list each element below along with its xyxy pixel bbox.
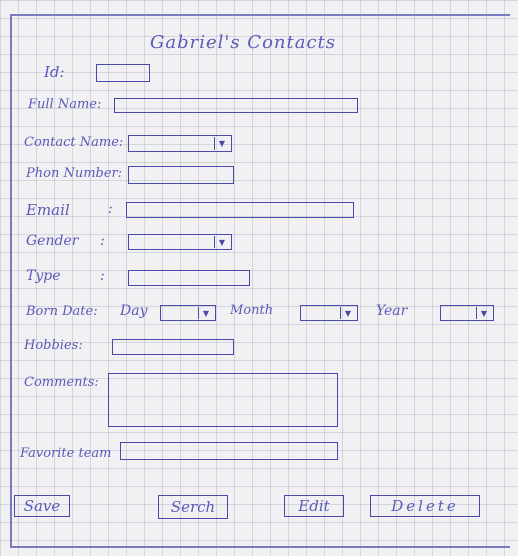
contact-name-dropdown[interactable]: ▼ bbox=[128, 135, 232, 152]
full-name-label: Full Name: bbox=[28, 97, 102, 112]
chevron-down-icon[interactable]: ▼ bbox=[476, 307, 491, 319]
id-field[interactable] bbox=[96, 64, 150, 82]
phone-number-label: Phon Number: bbox=[26, 166, 123, 181]
bottom-border-line bbox=[10, 546, 510, 548]
hobbies-field[interactable] bbox=[112, 339, 234, 355]
type-field[interactable] bbox=[128, 270, 250, 286]
day-dropdown[interactable]: ▼ bbox=[160, 305, 216, 321]
hobbies-label: Hobbies: bbox=[24, 338, 83, 353]
chevron-down-icon[interactable]: ▼ bbox=[198, 307, 213, 319]
born-date-label: Born Date: bbox=[26, 304, 98, 319]
email-field[interactable] bbox=[126, 202, 354, 218]
type-label: Type bbox=[26, 268, 61, 284]
top-border-line bbox=[10, 14, 510, 16]
month-label: Month bbox=[230, 303, 274, 318]
edit-button[interactable]: Edit bbox=[284, 495, 344, 517]
delete-button[interactable]: Delete bbox=[370, 495, 480, 517]
gender-dropdown[interactable]: ▼ bbox=[128, 234, 232, 250]
month-dropdown[interactable]: ▼ bbox=[300, 305, 358, 321]
email-label: Email bbox=[26, 201, 70, 219]
chevron-down-icon[interactable]: ▼ bbox=[214, 236, 229, 248]
comments-label: Comments: bbox=[24, 375, 99, 390]
comments-textarea[interactable] bbox=[108, 373, 338, 427]
left-border-line bbox=[10, 14, 12, 546]
type-colon: : bbox=[100, 268, 105, 284]
page-title: Gabriel's Contacts bbox=[150, 32, 337, 53]
phone-number-field[interactable] bbox=[128, 166, 234, 184]
save-button[interactable]: Save bbox=[14, 495, 70, 517]
gender-label: Gender bbox=[26, 233, 79, 249]
favorite-team-label: Favorite team bbox=[20, 446, 112, 461]
full-name-field[interactable] bbox=[114, 98, 358, 113]
email-colon: : bbox=[108, 201, 113, 217]
chevron-down-icon[interactable]: ▼ bbox=[214, 137, 229, 150]
search-button[interactable]: Serch bbox=[158, 495, 228, 519]
day-label: Day bbox=[120, 303, 148, 319]
year-dropdown[interactable]: ▼ bbox=[440, 305, 494, 321]
contact-name-label: Contact Name: bbox=[24, 135, 124, 150]
id-label: Id: bbox=[44, 63, 65, 81]
gender-colon: : bbox=[100, 233, 105, 249]
chevron-down-icon[interactable]: ▼ bbox=[340, 307, 355, 319]
year-label: Year bbox=[376, 303, 408, 319]
favorite-team-field[interactable] bbox=[120, 442, 338, 460]
